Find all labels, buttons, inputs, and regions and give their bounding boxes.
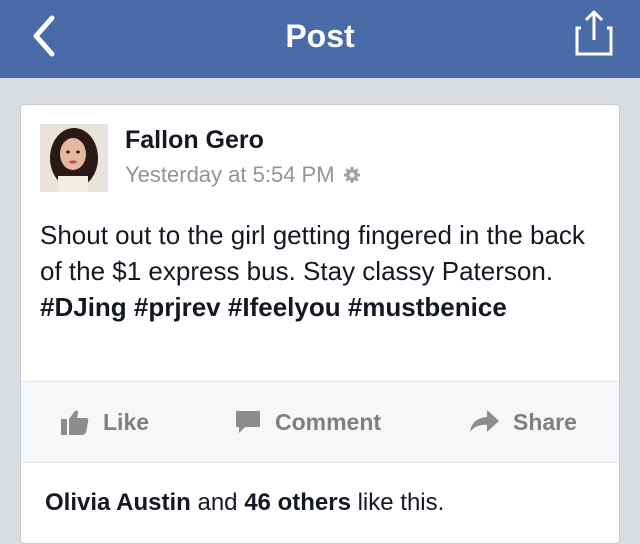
- comment-icon: [236, 411, 260, 433]
- action-bar: Like Comment Share: [21, 382, 619, 462]
- thumbs-up-icon: [61, 410, 89, 435]
- privacy-gear-icon[interactable]: [343, 166, 361, 184]
- comment-button[interactable]: Comment: [235, 382, 381, 462]
- comment-label: Comment: [275, 408, 382, 435]
- share-button[interactable]: Share: [469, 382, 577, 462]
- likes-suffix: like this.: [357, 489, 445, 516]
- hashtag[interactable]: #prjrev: [134, 292, 221, 322]
- timestamp[interactable]: Yesterday at 5:54 PM: [125, 161, 335, 189]
- liker-name[interactable]: Olivia Austin: [45, 489, 191, 516]
- page-title: Post: [285, 18, 355, 54]
- hashtag[interactable]: #mustbenice: [348, 292, 507, 322]
- navigation-bar: Post: [0, 0, 640, 78]
- author-name[interactable]: Fallon Gero: [125, 125, 264, 155]
- share-arrow-icon: [470, 410, 499, 432]
- post-card: Fallon Gero Yesterday at 5:54 PM Shout o…: [20, 104, 620, 544]
- hashtag[interactable]: #DJing: [40, 292, 127, 322]
- likes-others[interactable]: 46 others: [244, 489, 351, 516]
- likes-summary: Olivia Austin and 46 others like this.: [45, 488, 444, 518]
- share-label: Share: [513, 408, 577, 435]
- divider: [21, 462, 619, 463]
- likes-and: and: [197, 489, 238, 516]
- share-icon[interactable]: [574, 8, 614, 58]
- like-label: Like: [103, 408, 150, 435]
- post-meta: Yesterday at 5:54 PM: [125, 161, 361, 189]
- post-body: Shout out to the girl getting fingered i…: [40, 217, 600, 325]
- post-text: Shout out to the girl getting fingered i…: [40, 220, 585, 286]
- hashtag[interactable]: #Ifeelyou: [228, 292, 341, 322]
- avatar[interactable]: [40, 124, 108, 192]
- like-button[interactable]: Like: [61, 382, 149, 462]
